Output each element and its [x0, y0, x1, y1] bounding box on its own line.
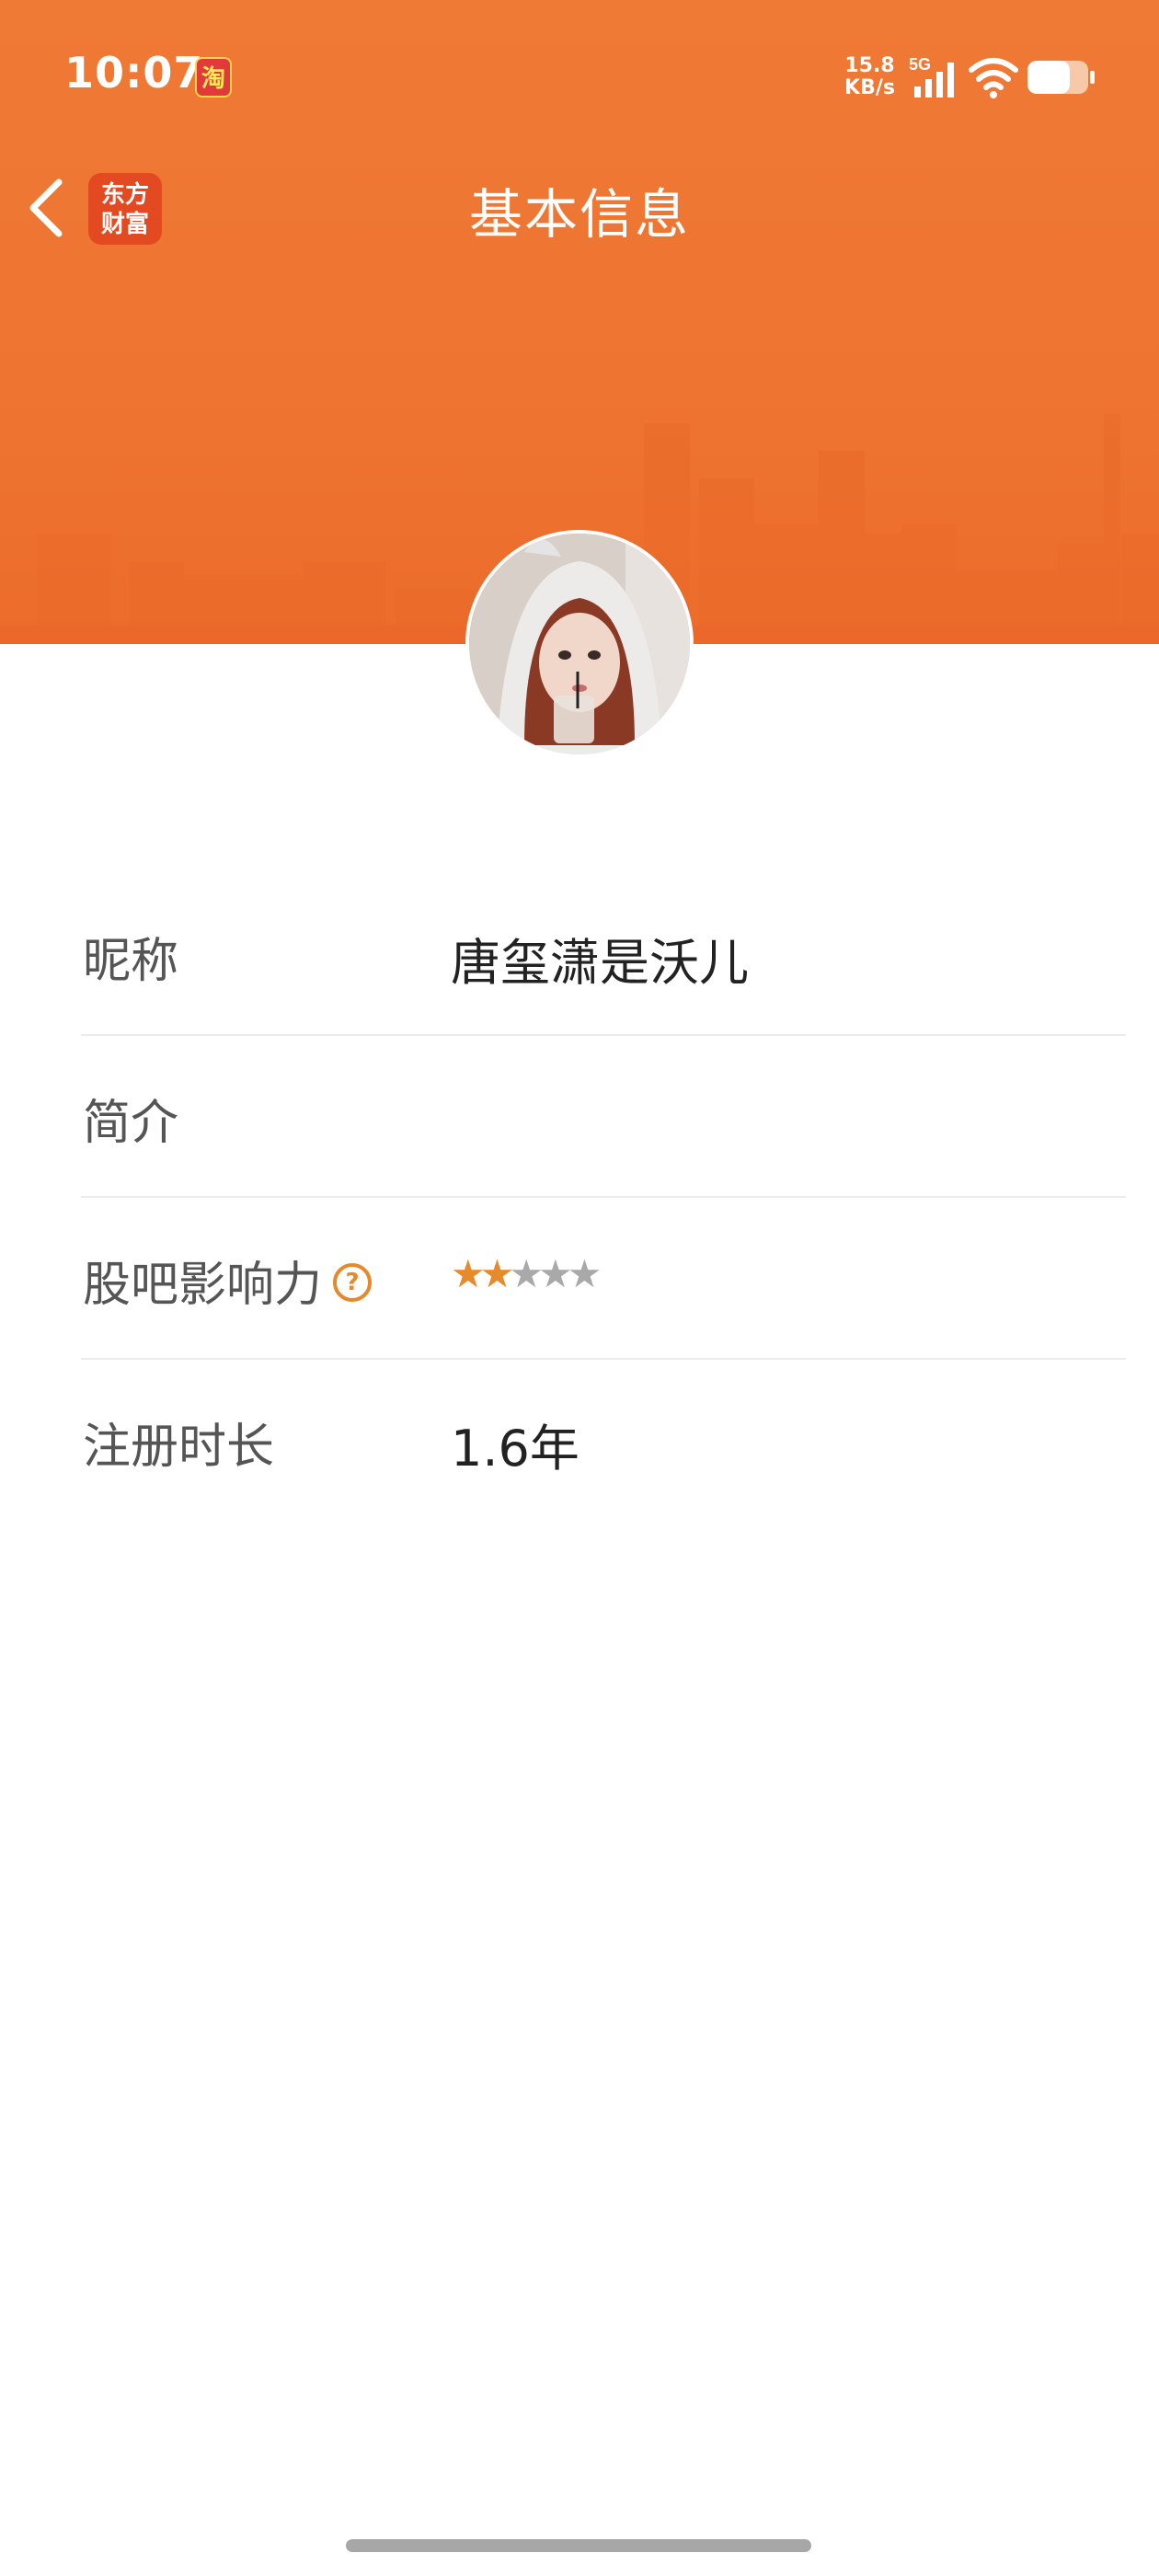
status-bar: 10:07 淘 15.8 KB/s 5G — [0, 0, 1159, 156]
wifi-icon — [969, 58, 1018, 98]
home-indicator[interactable] — [346, 2539, 811, 2552]
profile-info-list: 昵称 唐玺潇是沃儿 简介 股吧影响力? ★★★★★ 注册时长 1.6年 — [81, 874, 1126, 1520]
network-speed-value: 15.8 — [844, 54, 895, 77]
influence-row: 股吧影响力? ★★★★★ — [81, 1198, 1126, 1360]
nickname-value: 唐玺潇是沃儿 — [451, 934, 749, 992]
network-speed: 15.8 KB/s — [844, 55, 895, 99]
nickname-label: 昵称 — [83, 934, 179, 989]
star-empty-icon: ★ — [509, 1251, 544, 1296]
avatar-image — [469, 534, 690, 754]
question-circle-icon[interactable]: ? — [333, 1263, 373, 1302]
nickname-row[interactable]: 昵称 唐玺潇是沃儿 — [81, 874, 1126, 1036]
star-filled-icon: ★ — [479, 1251, 515, 1296]
star-empty-icon: ★ — [567, 1251, 602, 1296]
page-title: 基本信息 — [468, 183, 690, 246]
battery-icon — [1027, 61, 1095, 94]
network-speed-unit: KB/s — [844, 76, 895, 99]
signal-5g-icon: 5G — [909, 55, 954, 98]
bio-label: 简介 — [83, 1096, 179, 1151]
bio-row[interactable]: 简介 — [81, 1036, 1126, 1198]
taobao-notification-icon: 淘 — [195, 57, 232, 98]
avatar[interactable] — [465, 530, 694, 758]
star-filled-icon: ★ — [451, 1251, 486, 1296]
influence-rating: ★★★★★ — [451, 1251, 602, 1296]
influence-label: 股吧影响力 — [83, 1258, 323, 1313]
registration-value: 1.6年 — [451, 1420, 580, 1478]
network-type-label: 5G — [909, 55, 931, 74]
registration-row: 注册时长 1.6年 — [81, 1360, 1126, 1520]
registration-label: 注册时长 — [83, 1420, 275, 1475]
influence-label-wrap: 股吧影响力? — [83, 1246, 373, 1315]
star-empty-icon: ★ — [537, 1251, 573, 1296]
status-time: 10:07 — [64, 48, 204, 98]
